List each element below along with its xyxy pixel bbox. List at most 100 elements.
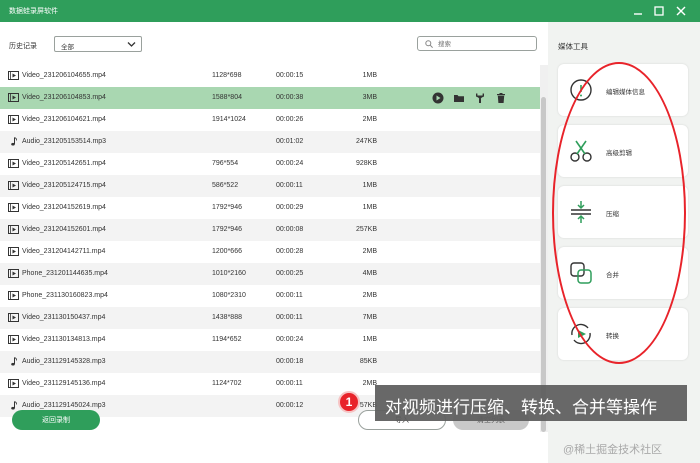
filter-select[interactable]: 全部 [54,36,142,52]
history-label: 历史记录 [9,43,37,50]
file-size: 1MB [362,72,377,79]
file-duration: 00:00:24 [276,160,304,167]
maximize-icon [654,6,664,16]
audio-file-icon [8,401,19,410]
chevron-down-icon [127,42,136,47]
back-to-record-button[interactable]: 返回录制 [12,410,100,430]
file-duration: 00:00:29 [276,204,304,211]
search-box[interactable] [417,36,537,51]
file-duration: 00:00:12 [276,402,304,409]
file-name: Video_231206104655.mp4 [22,72,106,79]
file-size: 4MB [362,270,377,277]
file-duration: 00:00:11 [276,380,303,387]
highlight-ellipse [552,62,686,364]
video-file-icon [8,335,19,344]
table-row[interactable]: Video_231130150437.mp4 1438*888 00:00:11 7M… [0,307,540,329]
file-name: Video_231205124715.mp4 [22,182,106,189]
file-duration: 00:01:02 [276,138,304,145]
table-row[interactable]: Video_231206104621.mp4 1914*1024 00:00:26 2… [0,109,540,131]
file-resolution: 1194*652 [212,336,242,343]
table-row[interactable]: Video_231205142651.mp4 796*554 00:00:24 928… [0,153,540,175]
maximize-button[interactable] [651,3,667,19]
video-file-icon [8,181,19,190]
video-file-icon [8,269,19,278]
close-icon [676,6,686,16]
audio-file-icon [8,137,19,146]
close-button[interactable] [673,3,689,19]
file-resolution: 1080*2310 [212,292,246,299]
file-size: 247KB [355,138,377,145]
search-input[interactable] [438,39,528,49]
app-title: 数据蛙录屏软件 [9,8,58,15]
video-file-icon [8,313,19,322]
file-duration: 00:00:38 [276,94,304,101]
file-size: 3MB [362,94,377,101]
minimize-button[interactable] [630,3,646,19]
video-file-icon [8,159,19,168]
file-list: Video_231206104655.mp4 1128*698 00:00:15 1M… [0,65,540,432]
file-name: Video_231130134813.mp4 [22,336,106,343]
file-duration: 00:00:11 [276,314,303,321]
file-duration: 00:00:28 [276,248,304,255]
file-resolution: 1200*666 [212,248,242,255]
table-row[interactable]: Video_231206104655.mp4 1128*698 00:00:15 1M… [0,65,540,87]
file-name: Audio_231205153514.mp3 [22,138,107,145]
table-row[interactable]: Audio_231129145328.mp3 00:00:18 85KB [0,351,540,373]
scrollbar[interactable] [540,65,548,432]
file-name: Video_231130150437.mp4 [22,314,106,321]
file-resolution: 796*554 [212,160,239,167]
file-duration: 00:00:08 [276,226,304,233]
video-file-icon [8,291,19,300]
audio-file-icon [8,357,19,366]
scrollbar-thumb[interactable] [541,97,546,432]
file-duration: 00:00:26 [276,116,304,123]
table-row[interactable]: Audio_231205153514.mp3 00:01:02 247KB [0,131,540,153]
file-resolution: 1124*702 [212,380,242,387]
file-size: 928KB [355,160,377,167]
trash-icon[interactable] [495,92,507,104]
table-row[interactable]: Video_231204152619.mp4 1792*946 00:00:29 1M… [0,197,540,219]
file-size: 1MB [362,182,377,189]
file-name: Video_231205142651.mp4 [22,160,106,167]
table-row[interactable]: Video_231204152601.mp4 1792*946 00:00:08 25… [0,219,540,241]
video-file-icon [8,93,19,102]
file-resolution: 1792*946 [212,226,242,233]
file-size: 2MB [362,248,377,255]
table-row[interactable]: Video_231206104853.mp4 1588*804 00:00:38 3M… [0,87,540,109]
file-name: Video_231204152619.mp4 [22,204,106,211]
file-size: 7MB [362,314,377,321]
file-name: Video_231206104853.mp4 [22,94,106,101]
video-file-icon [8,379,19,388]
file-duration: 00:00:11 [276,292,303,299]
tools-icon[interactable] [474,92,486,104]
file-duration: 00:00:15 [276,72,304,79]
file-resolution: 1010*2160 [212,270,246,277]
file-resolution: 1438*888 [212,314,242,321]
file-name: Video_231204142711.mp4 [22,248,106,255]
video-file-icon [8,225,19,234]
file-size: 85KB [359,358,377,365]
media-tools-title: 媒体工具 [558,42,588,51]
file-name: Audio_231129145328.mp3 [22,358,106,365]
file-size: 1MB [362,204,377,211]
video-file-icon [8,247,19,256]
table-row[interactable]: Video_231205124715.mp4 586*522 00:00:11 1MB [0,175,540,197]
file-name: Video_231204152601.mp4 [22,226,106,233]
watermark: @稀土掘金技术社区 [563,444,663,456]
file-duration: 00:00:25 [276,270,304,277]
table-row[interactable]: Video_231130134813.mp4 1194*652 00:00:24 1M… [0,329,540,351]
file-resolution: 1792*946 [212,204,242,211]
file-resolution: 1588*804 [212,94,242,101]
file-resolution: 1914*1024 [212,116,246,123]
file-name: Phone_231201144635.mp4 [22,270,108,277]
title-bar: 数据蛙录屏软件 [0,0,700,22]
play-icon[interactable] [432,92,444,104]
table-row[interactable]: Phone_231201144635.mp4 1010*2160 00:00:25 4… [0,263,540,285]
search-icon [425,40,433,48]
folder-icon[interactable] [453,92,465,104]
file-duration: 00:00:11 [276,182,303,189]
table-row[interactable]: Phone_231130160823.mp4 1080*2310 00:00:11 2… [0,285,540,307]
annotation-callout: 对视频进行压缩、转换、合并等操作 [375,385,687,421]
table-row[interactable]: Video_231204142711.mp4 1200*666 00:00:28 2M… [0,241,540,263]
filter-value: 全部 [61,44,74,51]
